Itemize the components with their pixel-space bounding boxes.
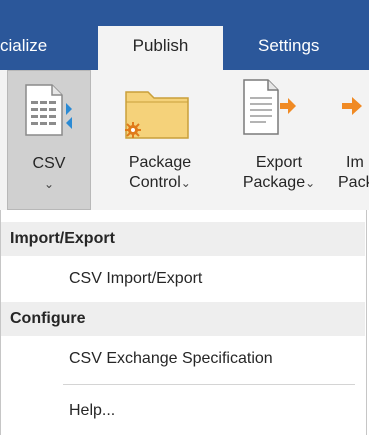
ribbon-panel: CSV ⌄ Package Control⌄ Export Package⌄ I… bbox=[0, 70, 369, 210]
csv-label: CSV bbox=[32, 155, 66, 172]
menu-item-csv-exchange-specification[interactable]: CSV Exchange Specification bbox=[1, 336, 365, 382]
chevron-down-icon: ⌄ bbox=[305, 176, 316, 190]
export-package-button[interactable]: Export Package⌄ bbox=[224, 70, 334, 210]
tab-publish[interactable]: Publish bbox=[98, 26, 223, 70]
export-package-label-line1: Export bbox=[255, 154, 303, 171]
chevron-down-icon: ⌄ bbox=[180, 176, 191, 190]
csv-file-icon bbox=[25, 84, 72, 136]
tab-specialize[interactable]: cialize bbox=[0, 26, 47, 70]
menu-separator bbox=[63, 384, 355, 385]
export-package-label-line2: Package⌄ bbox=[224, 173, 334, 193]
csv-button[interactable]: CSV ⌄ bbox=[7, 70, 91, 210]
export-document-icon bbox=[243, 79, 296, 135]
chevron-down-icon: ⌄ bbox=[43, 177, 55, 191]
package-control-label-line1: Package bbox=[128, 154, 192, 171]
import-package-label-line2: Pack bbox=[338, 174, 369, 191]
import-arrow-icon bbox=[342, 97, 362, 115]
menu-item-help[interactable]: Help... bbox=[1, 388, 365, 434]
tab-settings[interactable]: Settings bbox=[258, 26, 319, 70]
csv-dropdown-menu: Import/Export CSV Import/Export Configur… bbox=[0, 210, 367, 435]
ribbon-tab-strip: cialize Publish Settings bbox=[0, 0, 369, 70]
package-control-button[interactable]: Package Control⌄ bbox=[106, 70, 214, 210]
import-package-label-line1: Im bbox=[346, 154, 364, 171]
export-package-label-text: Package bbox=[242, 174, 306, 191]
menu-section-import-export: Import/Export bbox=[1, 222, 365, 256]
import-package-button[interactable]: Im Pack bbox=[336, 70, 369, 210]
package-control-label-text: Control bbox=[129, 174, 181, 191]
menu-section-configure: Configure bbox=[1, 302, 365, 336]
package-folder-icon bbox=[125, 91, 189, 139]
menu-item-csv-import-export[interactable]: CSV Import/Export bbox=[1, 256, 365, 302]
package-control-label-line2: Control⌄ bbox=[106, 173, 214, 193]
